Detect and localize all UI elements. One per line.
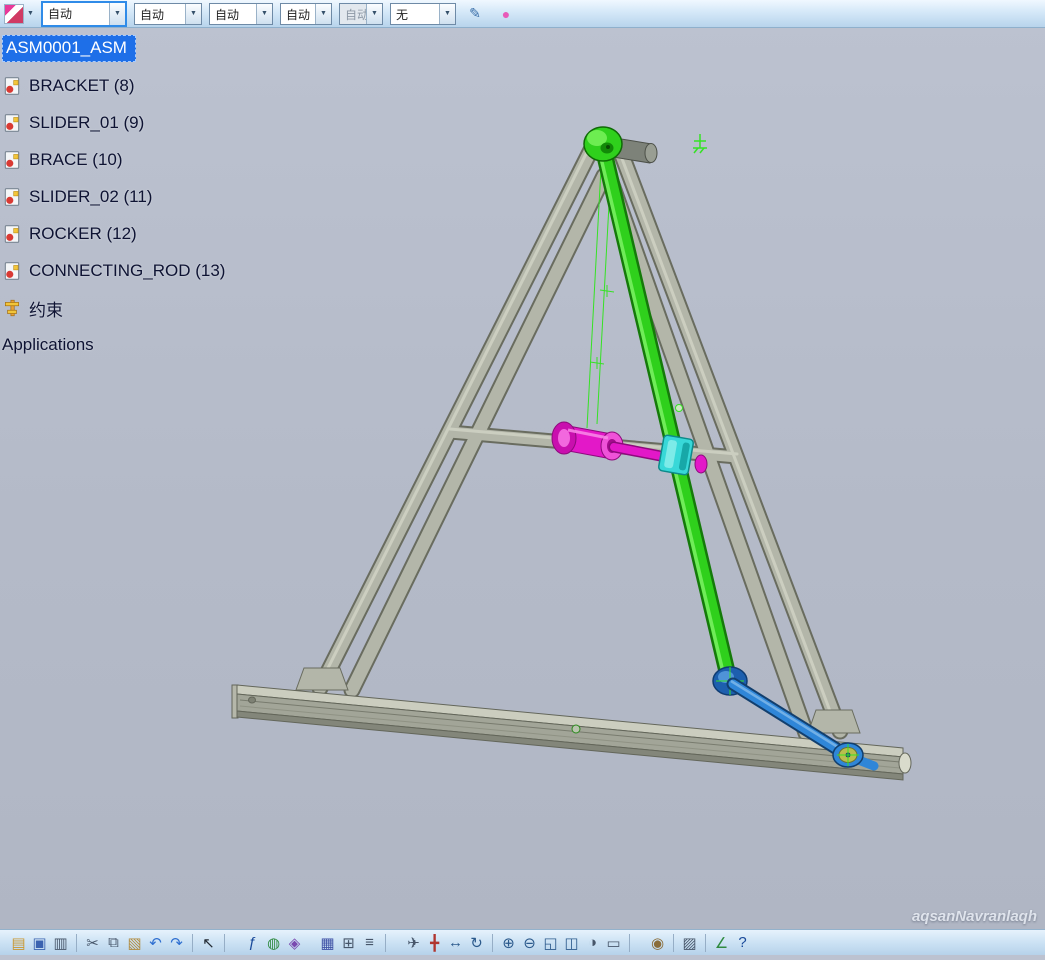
- chevron-down-icon[interactable]: ▼: [439, 4, 455, 24]
- tree-item-label: SLIDER_01 (9): [29, 113, 144, 133]
- chevron-down-icon[interactable]: ▼: [256, 4, 272, 24]
- top-toolbar: ▼ 自动 ▼ 自动 ▼ 自动 ▼ 自动 ▼ 自动 ▼ 无 ▼ ✎ ●: [0, 0, 1045, 28]
- toolbar-separator: [492, 934, 493, 952]
- multi-view-icon[interactable]: ◫: [561, 932, 582, 954]
- tolerance-combo[interactable]: 自动 ▼: [209, 3, 273, 25]
- chevron-down-icon[interactable]: ▼: [109, 3, 125, 25]
- filter-combo[interactable]: 自动 ▼: [339, 3, 383, 25]
- fly-icon[interactable]: ✈: [403, 932, 424, 954]
- sketch-analysis-icon[interactable]: ✎: [463, 2, 487, 26]
- tree-item-label: BRACKET (8): [29, 76, 135, 96]
- fix-anchor-icon: [693, 134, 707, 153]
- part-icon: [2, 113, 22, 133]
- toolbar-separator: [705, 934, 706, 952]
- tree-item-label: ROCKER (12): [29, 224, 137, 244]
- tree-item-rocker[interactable]: ROCKER (12): [2, 222, 225, 246]
- rail-constraint-point: [572, 725, 580, 733]
- toolbar-separator: [192, 934, 193, 952]
- constraint-mode-combo[interactable]: 自动 ▼: [41, 1, 127, 27]
- tree-item-brace[interactable]: BRACE (10): [2, 148, 225, 172]
- cut-icon[interactable]: ✂: [82, 932, 103, 954]
- pan-icon[interactable]: ↔: [445, 932, 466, 954]
- toolbar-separator: [385, 934, 386, 952]
- tree-item-label: CONNECTING_ROD (13): [29, 261, 225, 281]
- snap-icon[interactable]: ⊞: [338, 932, 359, 954]
- chevron-down-icon[interactable]: ▼: [315, 4, 331, 24]
- view-filter-icon[interactable]: [4, 4, 24, 24]
- undo-icon[interactable]: ↶: [145, 932, 166, 954]
- shading-icon[interactable]: ◑: [582, 932, 603, 954]
- part-icon: [2, 224, 22, 244]
- combo-value: 无: [391, 4, 439, 24]
- toolbar-separator: [76, 934, 77, 952]
- render-icon[interactable]: ▨: [679, 932, 700, 954]
- measure-icon[interactable]: ∠: [711, 932, 732, 954]
- combo-value: 自动: [281, 4, 315, 24]
- constraint-point: [676, 405, 683, 412]
- tree-item-label: Applications: [2, 335, 94, 355]
- copy-icon[interactable]: ⧉: [103, 932, 124, 954]
- select-icon[interactable]: ↖: [198, 932, 219, 954]
- tree-item-slider-02[interactable]: SLIDER_02 (11): [2, 185, 225, 209]
- compass-icon[interactable]: ╋: [424, 932, 445, 954]
- tree-item-label: ASM0001_ASM: [2, 35, 136, 62]
- rocker-top-joint[interactable]: [584, 127, 622, 161]
- rocker[interactable]: [600, 152, 729, 680]
- grid-icon[interactable]: ▦: [317, 932, 338, 954]
- globe-icon[interactable]: ◍: [263, 932, 284, 954]
- slider-pin-end[interactable]: [695, 455, 707, 473]
- toolbar-separator: [629, 934, 630, 952]
- watermark-text: aqsanNavranlaqh: [912, 908, 1037, 925]
- chevron-down-icon[interactable]: ▼: [185, 4, 201, 24]
- help-icon[interactable]: ?: [732, 932, 753, 954]
- save-icon[interactable]: ▣: [29, 932, 50, 954]
- units-combo[interactable]: 自动 ▼: [280, 3, 332, 25]
- part-icon: [2, 261, 22, 281]
- tree-item-label: 约束: [29, 296, 63, 321]
- tree-item-applications[interactable]: Applications: [2, 333, 225, 357]
- combo-value: 自动: [210, 4, 256, 24]
- zoom-out-icon[interactable]: ⊖: [519, 932, 540, 954]
- paste-icon[interactable]: ▧: [124, 932, 145, 954]
- bottom-toolbar: ▤ ▣ ▥ ✂ ⧉ ▧ ↶ ↷ ↖ ƒ ◍ ◈ ▦ ⊞ ≡ ✈ ╋ ↔ ↻ ⊕ …: [0, 929, 1045, 955]
- tree-item-label: SLIDER_02 (11): [29, 187, 152, 207]
- combo-value: 自动: [135, 4, 185, 24]
- rotate-icon[interactable]: ↻: [466, 932, 487, 954]
- open-folder-icon[interactable]: ▤: [8, 932, 29, 954]
- part-icon: [2, 76, 22, 96]
- update-mode-combo[interactable]: 自动 ▼: [134, 3, 202, 25]
- tree-item-root-assembly[interactable]: ASM0001_ASM: [2, 36, 225, 60]
- toolbar-separator: [673, 934, 674, 952]
- combo-value: 自动: [43, 3, 109, 25]
- part-icon: [2, 187, 22, 207]
- chevron-down-icon: ▼: [366, 4, 382, 24]
- slider-02[interactable]: [658, 435, 694, 476]
- knowledge-icon[interactable]: ◈: [284, 932, 305, 954]
- hide-show-icon[interactable]: ▭: [603, 932, 624, 954]
- constraints-icon: [2, 298, 22, 318]
- toolbar-separator: [224, 934, 225, 952]
- tree-item-label: BRACE (10): [29, 150, 123, 170]
- print-icon[interactable]: ▥: [50, 932, 71, 954]
- material-ball-icon[interactable]: ●: [494, 2, 518, 26]
- combo-value: 自动: [340, 4, 366, 24]
- fit-all-icon[interactable]: ◱: [540, 932, 561, 954]
- tree-item-slider-01[interactable]: SLIDER_01 (9): [2, 111, 225, 135]
- tree-item-constraints[interactable]: 约束: [2, 296, 225, 320]
- tree-item-connecting-rod[interactable]: CONNECTING_ROD (13): [2, 259, 225, 283]
- part-icon: [2, 150, 22, 170]
- formula-icon[interactable]: ƒ: [242, 932, 263, 954]
- chevron-down-icon[interactable]: ▼: [27, 10, 34, 17]
- zoom-in-icon[interactable]: ⊕: [498, 932, 519, 954]
- camera-icon[interactable]: ◉: [647, 932, 668, 954]
- tree-item-bracket[interactable]: BRACKET (8): [2, 74, 225, 98]
- structure-icon[interactable]: ≡: [359, 932, 380, 954]
- axis-system-combo[interactable]: 无 ▼: [390, 3, 456, 25]
- spec-tree: ASM0001_ASM BRACKET (8) SLIDER_01 (9) BR…: [2, 36, 225, 370]
- redo-icon[interactable]: ↷: [166, 932, 187, 954]
